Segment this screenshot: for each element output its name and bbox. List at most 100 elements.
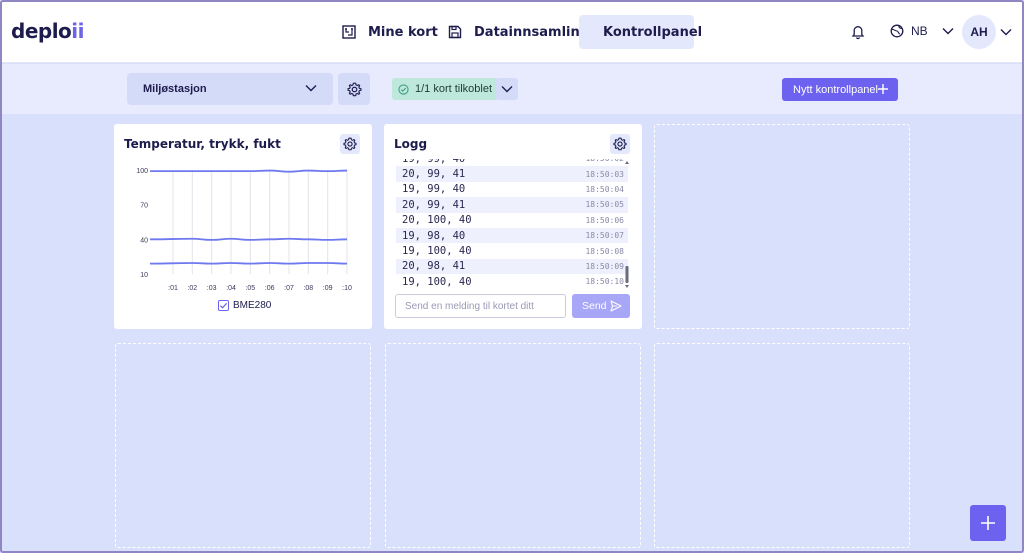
log-row: 19, 100, 40 18:50:08 <box>396 243 628 258</box>
log-row: 19, 100, 40 18:50:10 <box>396 274 628 289</box>
log-timestamp: 18:50:09 <box>585 261 624 271</box>
bell-icon[interactable] <box>851 24 865 40</box>
message-input[interactable]: Send en melding til kortet ditt <box>395 294 566 318</box>
tab-datainnsamling-label: Datainnsamling <box>474 24 590 40</box>
tab-mine-kort-label: Mine kort <box>368 24 438 40</box>
check-icon <box>219 302 228 309</box>
log-value: 19, 100, 40 <box>402 245 472 258</box>
empty-widget-slot[interactable] <box>654 343 910 548</box>
language-label: NB <box>911 24 928 38</box>
empty-widget-slot[interactable] <box>115 343 371 548</box>
dashboard-select[interactable]: Miljøstasjon <box>127 73 333 105</box>
new-dashboard-label: Nytt kontrollpanel <box>793 83 878 96</box>
globe-icon <box>890 24 904 38</box>
logo[interactable]: deploii <box>11 19 85 43</box>
series-line-1 <box>149 237 348 241</box>
gear-icon <box>613 137 627 151</box>
x-tick-label: :03 <box>207 285 217 292</box>
y-tick-label: 100 <box>136 168 148 175</box>
y-tick-label: 70 <box>140 203 148 210</box>
log-row: 20, 100, 40 18:50:06 <box>396 213 628 228</box>
add-widget-button[interactable] <box>970 505 1006 541</box>
log-value: 19, 100, 40 <box>402 275 472 288</box>
x-tick-label: :05 <box>245 285 255 292</box>
avatar[interactable]: AH <box>962 15 996 49</box>
chart-legend[interactable]: BME280 <box>218 300 271 311</box>
y-tick-label: 40 <box>140 237 148 244</box>
empty-widget-slot[interactable] <box>654 124 910 329</box>
log-widget-title: Logg <box>394 137 428 151</box>
connection-dropdown-button[interactable] <box>496 78 518 100</box>
log-value: 19, 99, 40 <box>402 159 465 165</box>
tab-kontrollpanel-label: Kontrollpanel <box>603 24 703 40</box>
tab-mine-kort[interactable]: Mine kort <box>330 15 450 49</box>
x-tick-label: :07 <box>284 285 294 292</box>
log-value: 20, 99, 41 <box>402 168 466 181</box>
language-selector[interactable]: NB <box>890 24 954 38</box>
log-row: 20, 98, 41 18:50:09 <box>396 258 628 275</box>
gear-icon <box>346 82 362 96</box>
log-value: 19, 98, 40 <box>402 229 466 242</box>
log-timestamp: 18:50:06 <box>585 215 624 225</box>
series-line-2 <box>149 262 348 265</box>
log-row: 19, 99, 40 18:50:02 <box>396 159 628 166</box>
log-list[interactable]: 19, 99, 40 18:50:02 20, 99, 41 18:50:03 19, … <box>396 159 628 290</box>
circuit-board-icon <box>342 25 356 39</box>
log-timestamp: 18:50:10 <box>585 277 624 287</box>
dashboard-settings-button[interactable] <box>338 73 370 105</box>
log-row: 19, 99, 40 18:50:04 <box>396 182 628 197</box>
log-timestamp: 18:50:08 <box>585 246 624 256</box>
chevron-down-icon <box>305 85 317 92</box>
send-button-label: Send <box>582 300 607 312</box>
check-circle-icon <box>398 83 409 95</box>
app-window: deploii Mine kort Datainnsamling Kontrol… <box>0 0 1024 553</box>
y-tick-label: 10 <box>140 272 148 279</box>
empty-widget-slot[interactable] <box>385 343 641 548</box>
log-value: 19, 99, 40 <box>402 183 466 196</box>
x-tick-label: :02 <box>187 285 197 292</box>
log-timestamp: 18:50:04 <box>585 184 624 194</box>
log-widget: Logg 19, 99, 40 18:50:02 20, 99, 41 18:50:0… <box>384 124 642 329</box>
top-navigation: deploii Mine kort Datainnsamling Kontrol… <box>2 2 1022 63</box>
new-dashboard-button[interactable]: Nytt kontrollpanel <box>782 78 898 101</box>
log-scrollbar[interactable] <box>624 159 630 290</box>
log-row: 19, 98, 40 18:50:07 <box>396 227 628 244</box>
chevron-down-icon <box>501 86 513 93</box>
x-tick-label: :06 <box>265 285 275 292</box>
plus-icon <box>878 84 888 94</box>
log-value: 20, 100, 40 <box>402 214 472 227</box>
logo-accent: ii <box>71 19 85 43</box>
tab-kontrollpanel[interactable]: Kontrollpanel <box>579 15 702 49</box>
send-icon <box>610 300 622 312</box>
log-timestamp: 18:50:05 <box>585 200 624 210</box>
chevron-down-icon <box>942 28 954 35</box>
save-icon <box>448 25 462 39</box>
legend-checkbox[interactable] <box>218 300 229 311</box>
send-button[interactable]: Send <box>572 294 630 318</box>
log-timestamp: 18:50:02 <box>585 159 624 163</box>
logo-text: deplo <box>11 19 72 43</box>
dashboard-select-value: Miljøstasjon <box>143 83 207 95</box>
log-row: 20, 99, 41 18:50:05 <box>396 197 628 213</box>
x-tick-label: :08 <box>303 285 313 292</box>
connection-status-badge: 1/1 kort tilkoblet <box>392 78 499 100</box>
log-timestamp: 18:50:03 <box>585 169 624 179</box>
x-tick-label: :04 <box>226 285 236 292</box>
chevron-down-icon[interactable] <box>1000 28 1012 36</box>
series-line-0 <box>150 169 348 173</box>
log-value: 20, 98, 41 <box>402 260 466 273</box>
x-tick-label: :01 <box>168 285 178 292</box>
dashboard-toolbar: Miljøstasjon 1/1 kort tilkoblet Nytt kon… <box>2 64 1022 114</box>
log-timestamp: 18:50:07 <box>585 231 624 241</box>
message-input-placeholder: Send en melding til kortet ditt <box>405 300 534 312</box>
x-tick-label: :09 <box>323 285 333 292</box>
chart-widget: Temperatur, trykk, fukt 100 70 40 10:01:02:… <box>114 124 372 329</box>
log-widget-settings-button[interactable] <box>610 134 630 154</box>
log-row: 20, 99, 41 18:50:03 <box>396 166 628 182</box>
connection-status-text: 1/1 kort tilkoblet <box>415 83 493 95</box>
plus-icon <box>981 516 995 530</box>
x-tick-label: :10 <box>342 285 352 292</box>
tab-datainnsamling[interactable]: Datainnsamling <box>436 15 601 49</box>
legend-label: BME280 <box>233 300 272 311</box>
avatar-initials: AH <box>970 25 988 39</box>
